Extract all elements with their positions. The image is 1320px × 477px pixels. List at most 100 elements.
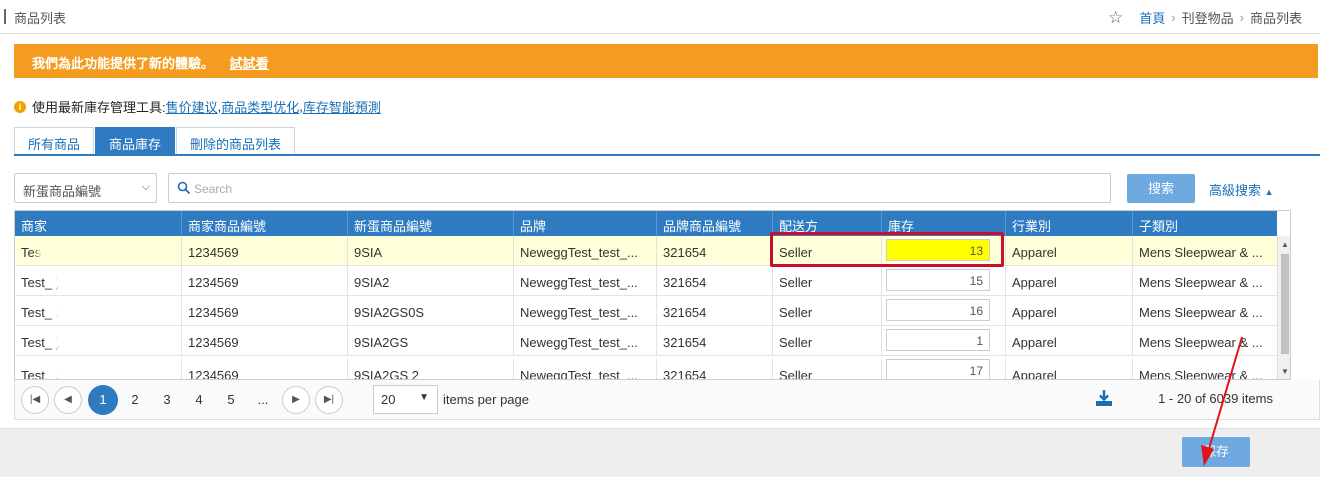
search-input[interactable]: Search — [168, 173, 1111, 203]
cell-newegg-item-number: 9SIA — [354, 245, 383, 260]
items-per-page-label: items per page — [443, 392, 529, 407]
page-more[interactable]: ... — [250, 386, 276, 414]
download-icon[interactable] — [1093, 387, 1115, 409]
star-icon[interactable]: ☆ — [1108, 9, 1123, 26]
col-industry[interactable]: 行業別 — [1006, 211, 1133, 236]
cell-shipping: Seller — [773, 266, 882, 295]
col-subcategory[interactable]: 子類別 — [1133, 211, 1277, 236]
cell-seller: Test_ ) — [21, 275, 61, 290]
page-1[interactable]: 1 — [88, 385, 118, 415]
table-row[interactable]: Test_ ) 1234569 9SIA2GS NeweggTest_test_… — [15, 326, 1277, 356]
cell-industry: Apparel — [1006, 359, 1133, 379]
cell-industry: Apparel — [1006, 236, 1133, 265]
title-marker — [4, 9, 6, 24]
cell-industry: Apparel — [1006, 296, 1133, 325]
cell-seller-item-number: 1234569 — [182, 236, 348, 265]
table-row[interactable]: Test_ S) 1234569 9SIA2GS0S NeweggTest_te… — [15, 296, 1277, 326]
tab-all-items[interactable]: 所有商品 — [14, 127, 95, 155]
inventory-input[interactable]: 16 — [886, 299, 990, 321]
redaction — [436, 302, 486, 320]
search-field-select[interactable]: 新蛋商品編號 ⌵ — [14, 173, 157, 203]
grid-scrollbar[interactable]: ▲ ▼ — [1277, 236, 1290, 379]
cell-shipping: Seller — [773, 326, 882, 355]
col-brand[interactable]: 品牌 — [514, 211, 657, 236]
redaction — [57, 332, 127, 350]
inventory-input[interactable]: 1 — [886, 329, 990, 351]
caret-up-icon: ▲ — [1264, 187, 1274, 197]
cell-seller-item-number: 1234569 — [182, 326, 348, 355]
page-title: 商品列表 — [14, 11, 67, 26]
cell-shipping: Seller — [773, 296, 882, 325]
last-page-icon[interactable]: ▶| — [315, 386, 343, 414]
inventory-input[interactable]: 17 — [886, 359, 990, 379]
chevron-down-icon: ⌵ — [141, 181, 150, 193]
tab-inventory[interactable]: 商品庫存 — [95, 127, 176, 155]
page-2[interactable]: 2 — [122, 386, 148, 414]
chevron-right-icon: › — [1171, 10, 1176, 25]
col-brand-item-number[interactable]: 品牌商品編號 — [657, 211, 773, 236]
col-seller-item-number[interactable]: 商家商品編號 — [182, 211, 348, 236]
page-size-select[interactable]: 20 ▼ — [373, 385, 438, 414]
info-icon: i — [14, 100, 26, 113]
table-row[interactable]: Test_ S) 1234569 9SIA2GS 2 NeweggTest_te… — [15, 356, 1277, 380]
cell-subcategory: Mens Sleepwear & ... — [1139, 245, 1263, 260]
try-it-link[interactable]: 試試看 — [230, 56, 269, 71]
cell-subcategory: Mens Sleepwear & ... — [1139, 335, 1263, 350]
redaction — [41, 242, 136, 260]
redaction — [57, 272, 127, 290]
advanced-search-link[interactable]: 高級搜索 ▲ — [1209, 180, 1274, 199]
tab-deleted-items[interactable]: 刪除的商品列表 — [176, 127, 296, 155]
cell-brand: NeweggTest_test_... — [514, 266, 657, 295]
cell-brand: NeweggTest_test_... — [514, 296, 657, 325]
cell-brand-item-number: 321654 — [657, 266, 773, 295]
page-5[interactable]: 5 — [218, 386, 244, 414]
col-newegg-item-number[interactable]: 新蛋商品編號 — [348, 211, 514, 236]
cell-brand-item-number: 321654 — [657, 296, 773, 325]
redaction — [426, 365, 466, 379]
cell-brand: NeweggTest_test_... — [514, 359, 657, 379]
page-3[interactable]: 3 — [154, 386, 180, 414]
breadcrumb: ☆ 首頁 › 刊登物品 › 商品列表 — [1108, 8, 1302, 27]
table-row[interactable]: Test_ ) 1234569 9SIA2 NeweggTest_test_..… — [15, 266, 1277, 296]
col-seller[interactable]: 商家 — [15, 211, 182, 236]
cell-subcategory: Mens Sleepwear & ... — [1139, 368, 1263, 380]
table-row[interactable]: Tes 1234569 9SIA NeweggTest_test_... 321… — [15, 236, 1277, 266]
redaction — [57, 365, 127, 379]
new-experience-banner: 我們為此功能提供了新的體驗。 試試看 — [14, 44, 1318, 78]
cell-brand-item-number: 321654 — [657, 326, 773, 355]
inventory-input[interactable]: 15 — [886, 269, 990, 291]
chevron-right-icon: › — [1239, 10, 1244, 25]
price-suggestion-link[interactable]: 售价建议 — [166, 97, 218, 116]
prev-page-icon[interactable]: ◀ — [54, 386, 82, 414]
breadcrumb-current: 商品列表 — [1249, 11, 1302, 26]
cell-seller-item-number: 1234569 — [182, 359, 348, 379]
scroll-up-icon[interactable]: ▲ — [1281, 240, 1289, 249]
next-page-icon[interactable]: ▶ — [282, 386, 310, 414]
scroll-down-icon[interactable]: ▼ — [1281, 367, 1289, 376]
redaction — [388, 242, 483, 260]
category-optimization-link[interactable]: 商品类型优化 — [221, 97, 299, 116]
cell-seller-item-number: 1234569 — [182, 266, 348, 295]
cell-newegg-item-number: 9SIA2GS 2 — [354, 368, 420, 380]
breadcrumb-listing[interactable]: 刊登物品 — [1182, 8, 1234, 27]
cell-subcategory: Mens Sleepwear & ... — [1139, 305, 1263, 320]
cell-subcategory: Mens Sleepwear & ... — [1139, 275, 1263, 290]
inventory-prediction-link[interactable]: 库存智能預測 — [303, 97, 381, 116]
cell-newegg-item-number: 9SIA2GS — [354, 335, 409, 350]
pagination-info: 1 - 20 of 6039 items — [1158, 391, 1273, 406]
caret-down-icon: ▼ — [419, 392, 429, 403]
breadcrumb-home[interactable]: 首頁 — [1139, 8, 1165, 27]
cell-seller: Tes — [21, 245, 42, 260]
banner-text: 我們為此功能提供了新的體驗。 — [32, 56, 215, 71]
tab-bar: 所有商品 商品庫存 刪除的商品列表 — [14, 127, 296, 155]
cell-seller-item-number: 1234569 — [182, 296, 348, 325]
inventory-grid: 商家 商家商品編號 新蛋商品編號 品牌 品牌商品編號 配送方 庫存 行業別 子類… — [14, 210, 1291, 380]
tab-underline — [14, 154, 1320, 156]
cell-brand: NeweggTest_test_... — [514, 326, 657, 355]
first-page-icon[interactable]: |◀ — [21, 386, 49, 414]
save-button[interactable]: 保存 — [1182, 437, 1250, 467]
search-button[interactable]: 搜索 — [1127, 174, 1195, 203]
scroll-thumb[interactable] — [1281, 254, 1289, 354]
page-4[interactable]: 4 — [186, 386, 212, 414]
cell-newegg-item-number: 9SIA2GS0S — [354, 305, 425, 320]
